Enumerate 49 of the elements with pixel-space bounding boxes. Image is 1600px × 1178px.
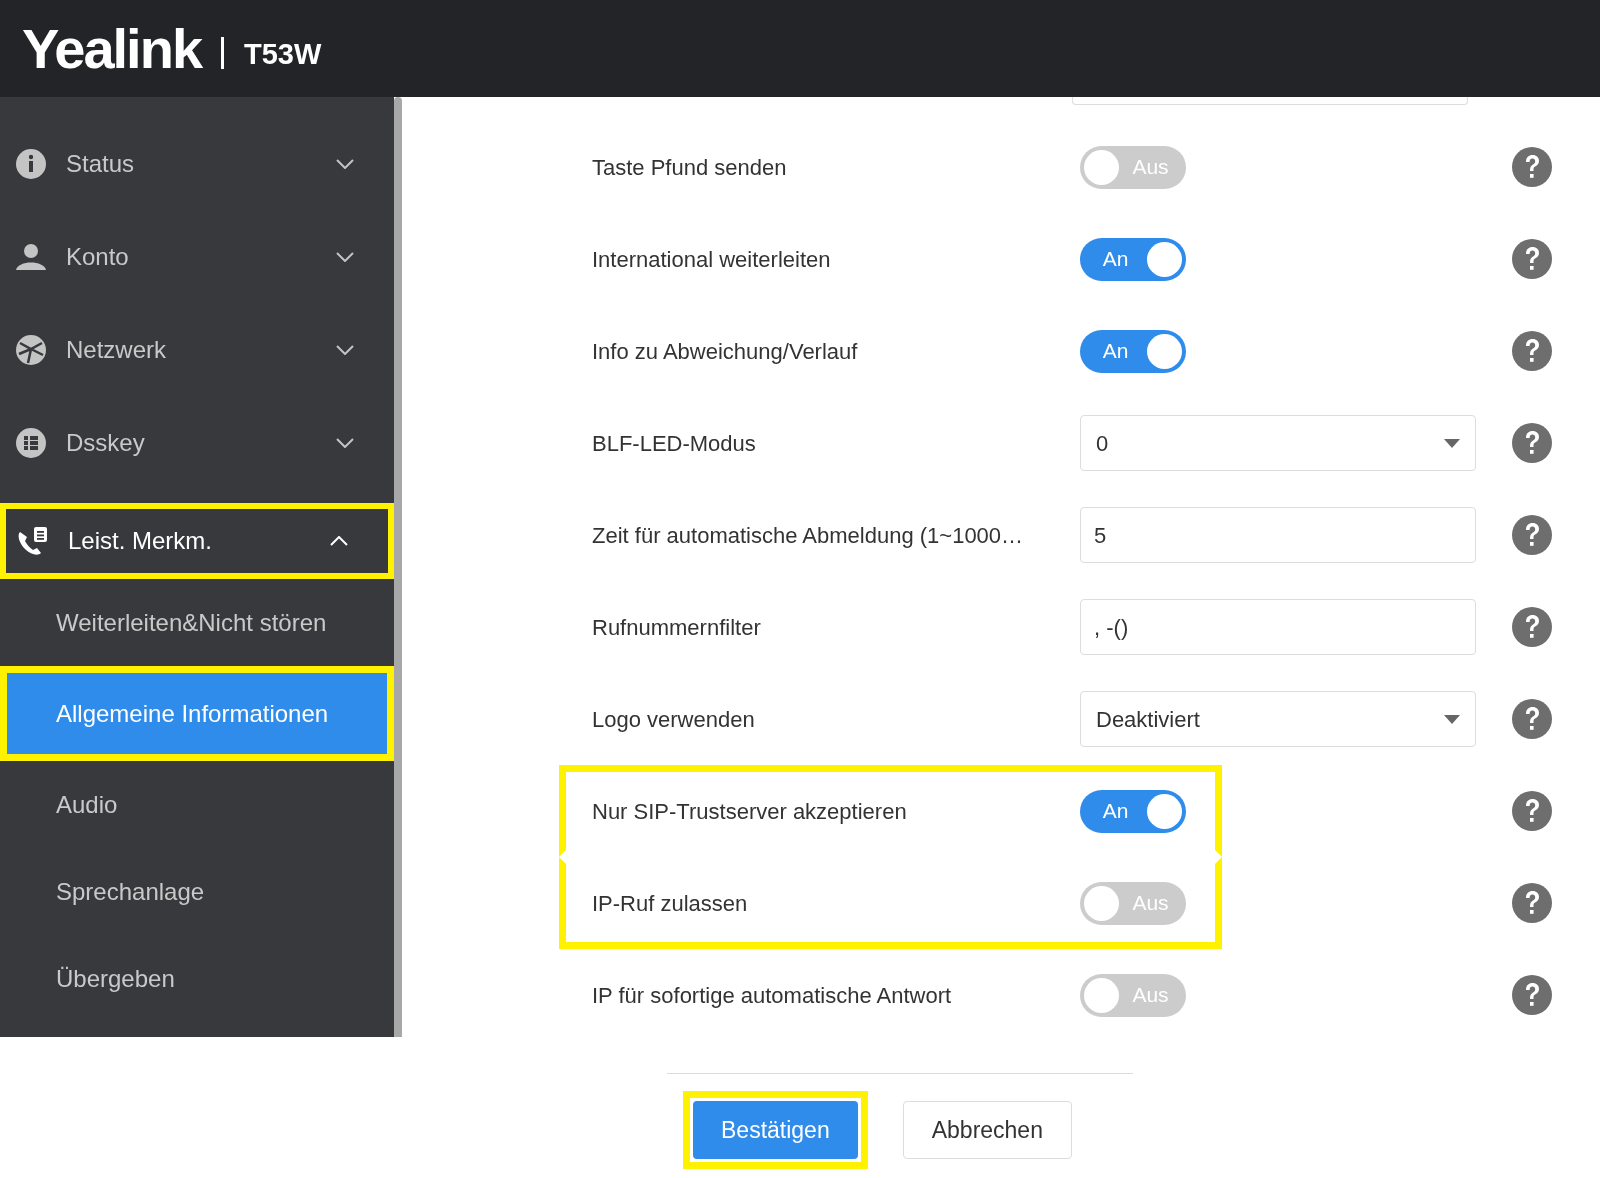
sidebar-item[interactable]: Leist. Merkm. [0,503,394,579]
chevron-down-icon [336,344,354,355]
setting-label: Zeit für automatische Abmeldung (1~1000… [592,521,1025,550]
model-name: T53W [244,36,322,72]
scrollbar[interactable] [394,97,402,1037]
help-icon[interactable] [1512,331,1552,371]
input-field[interactable] [1072,97,1468,105]
input-field[interactable]: 5 [1080,507,1476,563]
help-icon[interactable] [1512,975,1552,1015]
help-icon[interactable] [1512,515,1552,555]
setting-label: Taste Pfund senden [592,153,788,182]
setting-label: BLF-LED-Modus [592,429,757,458]
help-icon[interactable] [1512,147,1552,187]
submenu-item[interactable]: Übergeben [0,935,394,1022]
setting-label: IP-Ruf zulassen [592,889,749,918]
submenu-item[interactable]: Audio [0,761,394,848]
help-icon[interactable] [1512,699,1552,739]
caret-down-icon [1444,714,1460,724]
keypad-icon [16,427,46,458]
dropdown-select[interactable]: 0 [1080,415,1476,471]
help-icon[interactable] [1512,791,1552,831]
input-field[interactable]: , -() [1080,599,1476,655]
sidebar-item[interactable]: Netzwerk [0,303,394,396]
sidebar-item[interactable]: Dsskey [0,396,394,489]
help-icon[interactable] [1512,607,1552,647]
help-icon[interactable] [1512,883,1552,923]
cancel-button[interactable]: Abbrechen [902,1101,1072,1159]
sidebar-item[interactable]: Status [0,117,394,210]
setting-label: Nur SIP-Trustserver akzeptieren [592,797,908,826]
submenu-item[interactable]: Weiterleiten&Nicht stören [0,579,394,666]
user-icon [16,241,46,272]
caret-down-icon [1444,438,1460,448]
help-icon[interactable] [1512,239,1552,279]
setting-label: Logo verwenden [592,705,756,734]
info-icon [16,148,46,179]
chevron-down-icon [336,158,354,169]
dropdown-select[interactable]: Deaktiviert [1080,691,1476,747]
help-icon[interactable] [1512,423,1552,463]
chevron-down-icon [336,251,354,262]
submenu-item[interactable]: Sprechanlage [0,848,394,935]
chevron-down-icon [336,437,354,448]
setting-label: International weiterleiten [592,245,832,274]
setting-label: Info zu Abweichung/Verlauf [592,337,859,366]
brand-logo: Yealink [22,20,202,77]
sidebar-item[interactable]: Konto [0,210,394,303]
setting-label: IP für sofortige automatische Antwort [592,981,953,1010]
setting-label: Rufnummernfilter [592,613,762,642]
phone-icon [16,526,48,556]
chevron-up-icon [330,536,348,546]
